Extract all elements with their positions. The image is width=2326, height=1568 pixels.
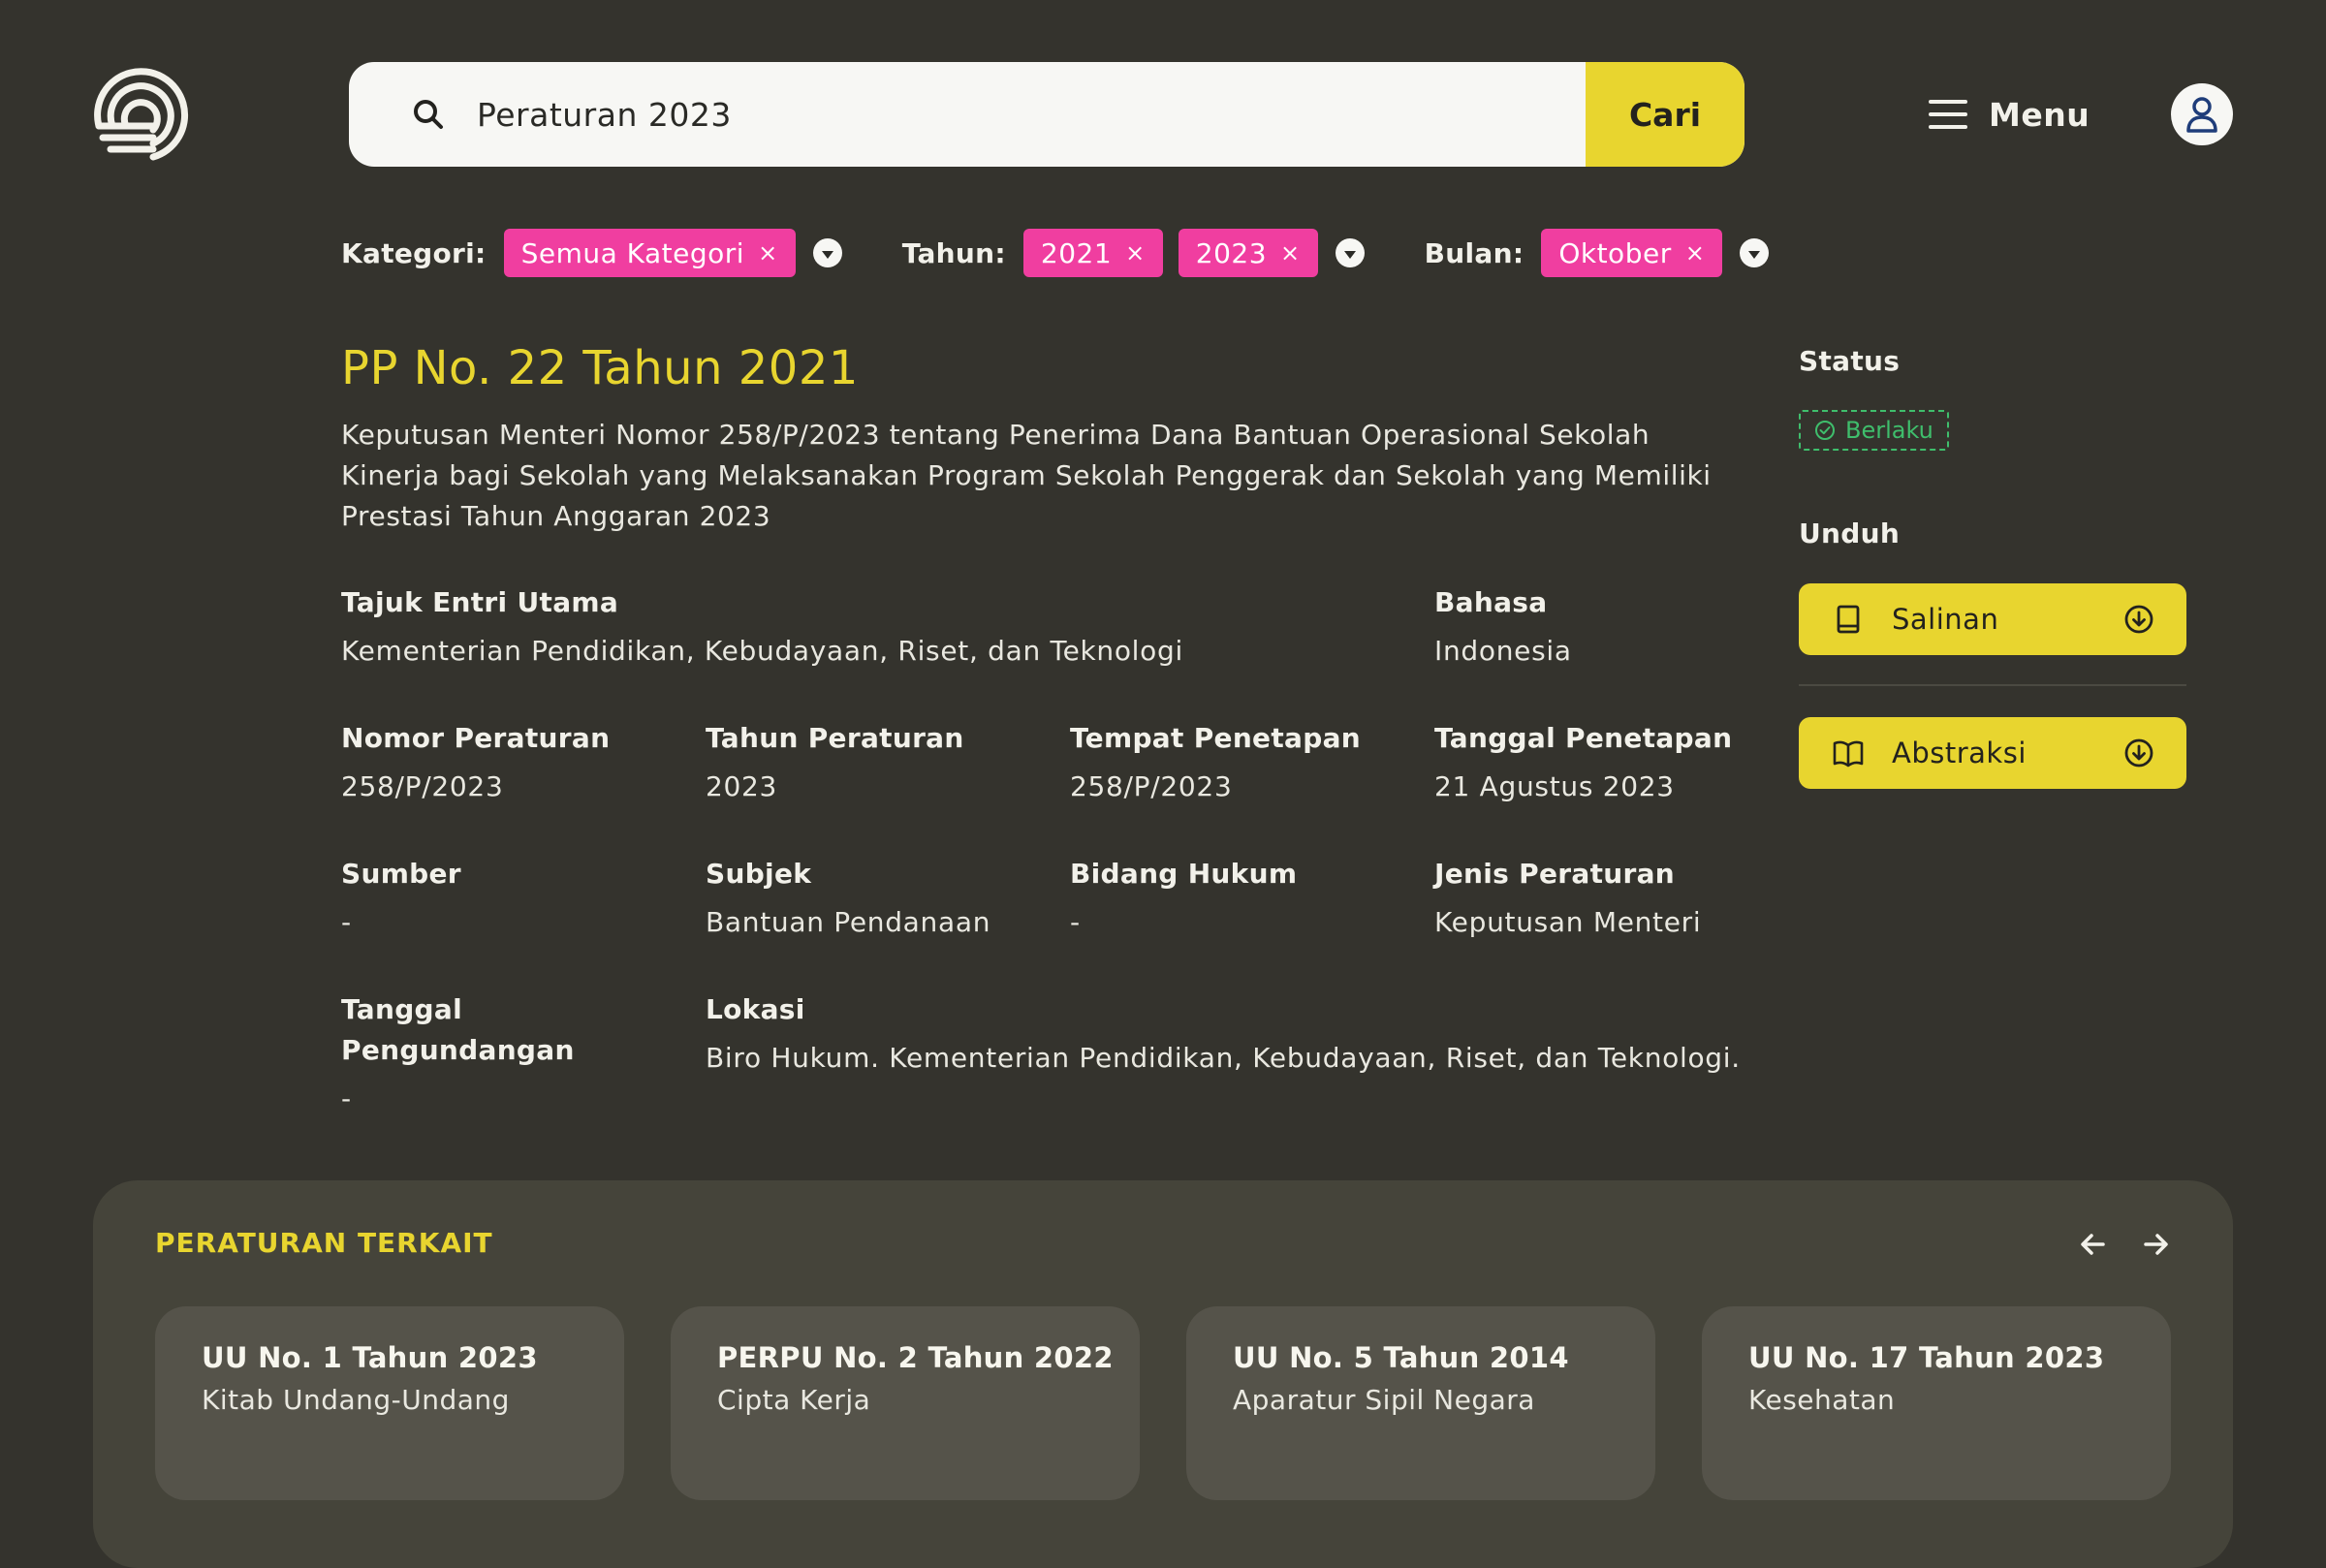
book-icon — [1837, 605, 1860, 634]
divider — [1799, 684, 2186, 686]
tempat-value: 258/P/2023 — [1070, 770, 1233, 802]
menu-label: Menu — [1989, 95, 2090, 134]
jenis-value: Keputusan Menteri — [1434, 906, 1702, 938]
tanggal-penetapan-label: Tanggal Penetapan — [1434, 722, 1733, 754]
status-heading: Status — [1799, 345, 1901, 377]
status-label: Berlaku — [1845, 417, 1933, 444]
document-title: PP No. 22 Tahun 2021 — [341, 341, 859, 395]
bahasa-label: Bahasa — [1434, 586, 1548, 618]
bidang-label: Bidang Hukum — [1070, 858, 1298, 890]
download-heading: Unduh — [1799, 517, 1901, 549]
related-card-subtitle: Cipta Kerja — [717, 1384, 871, 1416]
download-salinan-button[interactable]: Salinan — [1799, 583, 2186, 655]
remove-chip-icon[interactable]: × — [1685, 239, 1706, 267]
related-card-title: UU No. 17 Tahun 2023 — [1748, 1341, 2105, 1374]
related-card[interactable]: PERPU No. 2 Tahun 2022 Cipta Kerja — [671, 1306, 1140, 1500]
nomor-value: 258/P/2023 — [341, 770, 504, 802]
related-card-subtitle: Aparatur Sipil Negara — [1233, 1384, 1535, 1416]
year-filter-label: Tahun: — [901, 236, 1006, 269]
year-chip[interactable]: 2023 × — [1178, 229, 1318, 277]
hamburger-icon — [1929, 100, 1967, 129]
related-card[interactable]: UU No. 1 Tahun 2023 Kitab Undang-Undang — [155, 1306, 624, 1500]
menu-button[interactable]: Menu — [1929, 89, 2090, 140]
download-arrow-icon — [2124, 605, 2153, 634]
tempat-label: Tempat Penetapan — [1070, 722, 1362, 754]
user-avatar-button[interactable] — [2171, 83, 2233, 145]
subjek-value: Bantuan Pendanaan — [706, 906, 991, 938]
chip-label: Semua Kategori — [520, 236, 745, 269]
document-description: Keputusan Menteri Nomor 258/P/2023 tenta… — [341, 419, 1712, 532]
tahun-value: 2023 — [706, 770, 778, 802]
lokasi-label: Lokasi — [706, 993, 805, 1025]
pengundangan-label-line: Pengundangan — [341, 1034, 575, 1066]
bahasa-value: Indonesia — [1434, 635, 1572, 667]
download-label: Salinan — [1892, 603, 1999, 636]
tajuk-label: Tajuk Entri Utama — [341, 586, 619, 618]
related-card[interactable]: UU No. 17 Tahun 2023 Kesehatan — [1702, 1306, 2171, 1500]
open-book-icon — [1833, 740, 1864, 768]
sumber-value: - — [341, 906, 352, 938]
tanggal-penetapan-value: 21 Agustus 2023 — [1434, 770, 1675, 802]
pengundangan-label-line: Tanggal — [341, 993, 462, 1025]
chip-label: 2023 — [1195, 236, 1268, 269]
year-dropdown-icon[interactable] — [1335, 238, 1365, 267]
search-icon — [414, 100, 443, 129]
sumber-label: Sumber — [341, 858, 461, 890]
related-card[interactable]: UU No. 5 Tahun 2014 Aparatur Sipil Negar… — [1186, 1306, 1655, 1500]
logo-icon[interactable] — [93, 66, 190, 163]
filter-bar: Kategori: Semua Kategori × Tahun: 2021 ×… — [341, 229, 1770, 277]
nomor-label: Nomor Peraturan — [341, 722, 611, 754]
remove-chip-icon[interactable]: × — [1125, 239, 1146, 267]
download-arrow-icon — [2124, 738, 2153, 768]
pengundangan-value: - — [341, 1082, 352, 1114]
year-chip[interactable]: 2021 × — [1022, 229, 1163, 277]
remove-chip-icon[interactable]: × — [1280, 239, 1301, 267]
related-card-title: UU No. 1 Tahun 2023 — [202, 1341, 538, 1374]
related-card-title: UU No. 5 Tahun 2014 — [1233, 1341, 1569, 1374]
bidang-value: - — [1070, 906, 1081, 938]
user-icon — [2186, 97, 2217, 133]
pengundangan-label: Tanggal Pengundangan — [341, 989, 575, 1071]
download-abstraksi-button[interactable]: Abstraksi — [1799, 717, 2186, 789]
related-heading: PERATURAN TERKAIT — [155, 1227, 493, 1259]
related-card-title: PERPU No. 2 Tahun 2022 — [717, 1341, 1114, 1374]
lokasi-value: Biro Hukum. Kementerian Pendidikan, Kebu… — [706, 1042, 1741, 1074]
arrow-left-icon[interactable] — [2072, 1223, 2115, 1266]
related-card-subtitle: Kesehatan — [1748, 1384, 1896, 1416]
status-badge: Berlaku — [1799, 410, 1949, 451]
search-input[interactable] — [475, 94, 1545, 135]
download-label: Abstraksi — [1892, 737, 2027, 769]
month-chip[interactable]: Oktober × — [1541, 229, 1723, 277]
tajuk-value: Kementerian Pendidikan, Kebudayaan, Rise… — [341, 635, 1183, 667]
jenis-label: Jenis Peraturan — [1434, 858, 1676, 890]
check-circle-icon — [1815, 421, 1835, 440]
category-filter-label: Kategori: — [341, 236, 487, 269]
remove-chip-icon[interactable]: × — [758, 239, 778, 267]
subjek-label: Subjek — [706, 858, 812, 890]
month-dropdown-icon[interactable] — [1740, 238, 1770, 267]
month-filter-label: Bulan: — [1424, 236, 1524, 269]
category-chip[interactable]: Semua Kategori × — [503, 229, 796, 277]
arrow-right-icon[interactable] — [2134, 1223, 2177, 1266]
chip-label: 2021 — [1040, 236, 1113, 269]
search-bar: Cari — [349, 62, 1744, 167]
search-button[interactable]: Cari — [1586, 62, 1744, 167]
related-card-subtitle: Kitab Undang-Undang — [202, 1384, 510, 1416]
tahun-label: Tahun Peraturan — [706, 722, 964, 754]
chip-label: Oktober — [1558, 236, 1672, 269]
category-dropdown-icon[interactable] — [812, 238, 842, 267]
